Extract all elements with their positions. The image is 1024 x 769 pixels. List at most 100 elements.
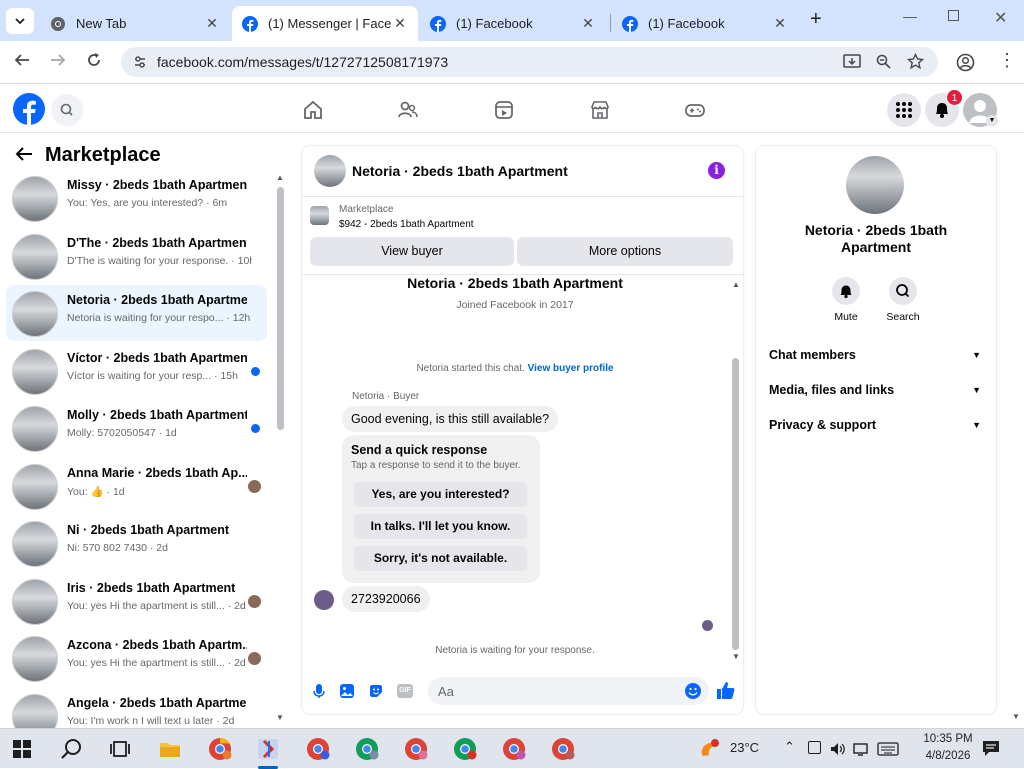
- chrome-profile-icon[interactable]: [551, 737, 575, 761]
- quick-response-yes[interactable]: Yes, are you interested?: [354, 482, 527, 507]
- photo-icon[interactable]: [339, 683, 355, 699]
- weather-temperature[interactable]: 23°C: [730, 740, 759, 755]
- back-arrow-icon[interactable]: [15, 146, 33, 162]
- gaming-icon[interactable]: [684, 99, 706, 121]
- menu-button[interactable]: [887, 93, 921, 127]
- scroll-down-arrow-icon[interactable]: ▼: [732, 652, 740, 661]
- close-icon[interactable]: ✕: [772, 15, 788, 32]
- conversation-item[interactable]: Molly · 2beds 1bath Apartment Molly: 5702…: [6, 400, 267, 456]
- close-icon[interactable]: ✕: [580, 15, 596, 32]
- chrome-profile-icon[interactable]: [453, 737, 477, 761]
- marketplace-icon[interactable]: [589, 99, 611, 121]
- message-input[interactable]: [428, 677, 709, 705]
- account-chevron-icon[interactable]: ▼: [986, 115, 998, 127]
- network-icon[interactable]: [853, 741, 869, 757]
- chat-scroll-thumb[interactable]: [732, 358, 739, 650]
- search-icon[interactable]: [60, 737, 84, 761]
- file-explorer-icon[interactable]: [158, 737, 182, 761]
- tab-messenger[interactable]: (1) Messenger | Facebook ✕: [232, 6, 418, 41]
- buyer-avatar[interactable]: [314, 590, 334, 610]
- browser-menu-icon[interactable]: ⋮: [998, 50, 1016, 71]
- chrome-profile-icon[interactable]: [208, 737, 232, 761]
- conversation-item[interactable]: Anna Marie · 2beds 1bath Ap... You: 👍 · 1…: [6, 458, 267, 514]
- tab-facebook-1[interactable]: (1) Facebook ✕: [420, 6, 606, 41]
- conversation-item[interactable]: Ni · 2beds 1bath Apartment Ni: 570 802 74…: [6, 515, 267, 571]
- volume-icon[interactable]: [830, 741, 846, 757]
- listing-price-title[interactable]: $942 - 2beds 1bath Apartment: [339, 219, 474, 230]
- view-buyer-profile-link[interactable]: View buyer profile: [528, 363, 614, 374]
- new-tab-button[interactable]: +: [810, 8, 822, 31]
- sender-label: Netoria · Buyer: [352, 391, 420, 402]
- tray-device-icon[interactable]: [808, 741, 821, 754]
- scroll-down-arrow-icon[interactable]: ▼: [276, 713, 284, 722]
- emoji-icon[interactable]: [684, 682, 702, 700]
- chrome-profile-icon[interactable]: [404, 737, 428, 761]
- back-arrow-icon[interactable]: [14, 52, 30, 73]
- chrome-profile-icon[interactable]: [502, 737, 526, 761]
- mute-button[interactable]: Mute: [826, 277, 866, 323]
- listing-thumbnail[interactable]: [310, 206, 329, 225]
- scroll-up-arrow-icon[interactable]: ▲: [732, 280, 740, 289]
- profile-icon[interactable]: [956, 53, 975, 72]
- message-bubble[interactable]: Good evening, is this still available?: [342, 406, 559, 432]
- section-chat-members[interactable]: Chat members ▼: [769, 348, 983, 370]
- tab-new-tab[interactable]: New Tab ✕: [40, 6, 230, 41]
- reload-icon[interactable]: [86, 52, 102, 73]
- clock-time[interactable]: 10:35 PM: [910, 733, 986, 745]
- notification-center-icon[interactable]: [982, 740, 1000, 757]
- friends-icon[interactable]: [397, 99, 419, 121]
- section-privacy-support[interactable]: Privacy & support ▼: [769, 418, 983, 440]
- watch-video-icon[interactable]: [493, 99, 515, 121]
- active-app-icon[interactable]: [256, 737, 280, 761]
- conversation-item[interactable]: Iris · 2beds 1bath Apartment You: yes Hi …: [6, 573, 267, 629]
- info-icon[interactable]: i: [708, 162, 725, 179]
- address-bar[interactable]: facebook.com/messages/t/1272712508171973: [121, 47, 938, 77]
- conversation-item[interactable]: Missy · 2beds 1bath Apartment You: Yes, a…: [6, 170, 267, 226]
- site-settings-icon[interactable]: [133, 55, 147, 69]
- facebook-logo-icon[interactable]: [13, 93, 45, 125]
- install-app-icon[interactable]: [843, 54, 861, 70]
- listing-avatar[interactable]: [846, 156, 904, 214]
- conversation-item[interactable]: Netoria · 2beds 1bath Apartment Netoria i…: [6, 285, 267, 341]
- chrome-profile-icon[interactable]: [355, 737, 379, 761]
- close-icon[interactable]: ✕: [204, 15, 220, 32]
- more-options-button[interactable]: More options: [517, 237, 733, 266]
- bookmark-star-icon[interactable]: [907, 53, 924, 70]
- conversation-item[interactable]: Víctor · 2beds 1bath Apartment Víctor is …: [6, 343, 267, 399]
- chat-avatar[interactable]: [314, 155, 346, 187]
- conversation-item[interactable]: Azcona · 2beds 1bath Apartm... You: yes H…: [6, 630, 267, 686]
- sidebar-scroll-thumb[interactable]: [277, 187, 284, 430]
- section-media-files-links[interactable]: Media, files and links ▼: [769, 383, 983, 405]
- window-close-button[interactable]: ✕: [994, 8, 1007, 28]
- page-scroll-down-arrow-icon[interactable]: ▼: [1012, 712, 1020, 721]
- chat-title[interactable]: Netoria · 2beds 1bath Apartment: [352, 163, 568, 179]
- chrome-profile-icon[interactable]: [306, 737, 330, 761]
- like-thumb-icon[interactable]: [716, 681, 735, 700]
- minimize-button[interactable]: —: [903, 8, 917, 24]
- clock-date[interactable]: 4/8/2026: [910, 750, 986, 762]
- scroll-up-arrow-icon[interactable]: ▲: [276, 173, 284, 182]
- keyboard-icon[interactable]: [877, 742, 899, 756]
- search-conversation-button[interactable]: Search: [883, 277, 923, 323]
- zoom-icon[interactable]: [876, 54, 892, 70]
- restore-button[interactable]: [948, 10, 959, 21]
- weather-icon[interactable]: [698, 737, 722, 761]
- sticker-icon[interactable]: [368, 683, 384, 699]
- windows-start-icon[interactable]: [13, 740, 31, 758]
- gif-icon[interactable]: GIF: [397, 684, 413, 698]
- tray-chevron-up-icon[interactable]: ⌃: [784, 739, 795, 755]
- facebook-search-button[interactable]: [51, 94, 83, 126]
- view-buyer-button[interactable]: View buyer: [310, 237, 514, 266]
- message-bubble[interactable]: 2723920066: [342, 586, 430, 612]
- conversation-item[interactable]: Angela · 2beds 1bath Apartment You: I'm w…: [6, 688, 267, 728]
- forward-arrow-icon[interactable]: [50, 52, 66, 73]
- close-icon[interactable]: ✕: [392, 15, 408, 32]
- microphone-icon[interactable]: [311, 683, 327, 699]
- tab-facebook-2[interactable]: (1) Facebook ✕: [612, 6, 798, 41]
- quick-response-not-available[interactable]: Sorry, it's not available.: [354, 546, 527, 571]
- tab-search-button[interactable]: [6, 8, 34, 34]
- quick-response-in-talks[interactable]: In talks. I'll let you know.: [354, 514, 527, 539]
- home-icon[interactable]: [302, 99, 324, 121]
- conversation-item[interactable]: D'The · 2beds 1bath Apartment D'The is wa…: [6, 228, 267, 284]
- task-view-icon[interactable]: [108, 737, 132, 761]
